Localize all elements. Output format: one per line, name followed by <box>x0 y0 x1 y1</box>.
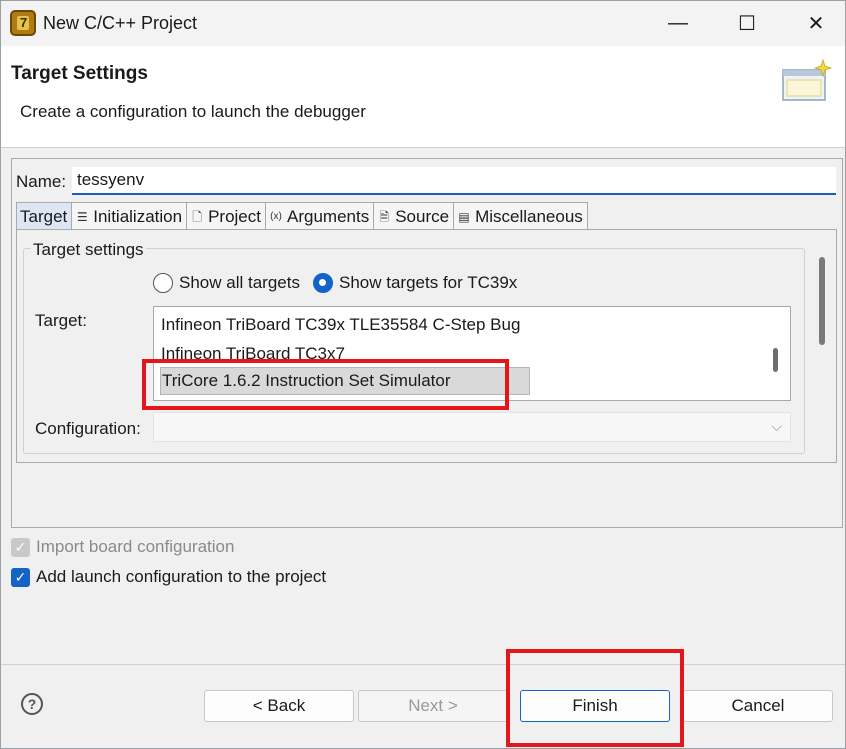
show-filtered-targets-label: Show targets for TC39x <box>339 273 518 292</box>
configuration-label: Configuration: <box>35 419 141 438</box>
help-icon[interactable]: ? <box>21 693 43 715</box>
import-board-checkbox[interactable]: ✓ Import board configuration <box>11 537 234 557</box>
radio-checked-icon <box>313 273 333 293</box>
source-icon: 🗎 <box>379 209 390 224</box>
highlight-box-target <box>142 359 509 410</box>
target-list-item[interactable]: Infineon TriBoard TC39x TLE35584 C-Step … <box>161 315 520 335</box>
add-launch-label: Add launch configuration to the project <box>36 567 327 586</box>
page-description: Create a configuration to launch the deb… <box>20 102 366 121</box>
tab-project-label: Project <box>208 206 261 226</box>
name-label: Name: <box>16 172 67 191</box>
cancel-button[interactable]: Cancel <box>683 690 833 722</box>
radio-unchecked-icon <box>153 273 173 293</box>
footer-divider <box>1 664 845 665</box>
minimize-button[interactable]: — <box>655 1 701 46</box>
back-button[interactable]: < Back <box>204 690 354 722</box>
target-settings-title: Target settings <box>31 240 146 260</box>
next-button[interactable]: Next > <box>358 690 508 722</box>
tab-miscellaneous[interactable]: ▤ Miscellaneous <box>453 202 588 230</box>
show-all-targets-label: Show all targets <box>179 273 300 292</box>
tab-target[interactable]: Target <box>16 202 73 230</box>
name-input[interactable] <box>72 167 836 195</box>
maximize-button[interactable]: ☐ <box>724 1 770 46</box>
highlight-box-finish <box>506 649 684 747</box>
tab-target-label: Target <box>20 206 68 226</box>
document-icon: 🗋 <box>192 209 202 224</box>
app-icon: 7 <box>10 10 36 36</box>
show-all-targets-radio[interactable]: Show all targets <box>153 273 300 293</box>
tab-initialization-label: Initialization <box>93 206 183 226</box>
show-filtered-targets-radio[interactable]: Show targets for TC39x <box>313 273 517 293</box>
add-launch-checkbox[interactable]: ✓ Add launch configuration to the projec… <box>11 567 326 587</box>
tab-miscellaneous-label: Miscellaneous <box>475 206 583 226</box>
tab-arguments[interactable]: (x) Arguments <box>265 202 375 230</box>
page-title: Target Settings <box>11 63 148 84</box>
wizard-banner-icon <box>782 58 833 101</box>
import-board-label: Import board configuration <box>36 537 235 556</box>
close-button[interactable]: ✕ <box>793 1 839 46</box>
table-icon: ▤ <box>458 209 470 224</box>
tab-project[interactable]: 🗋 Project <box>186 202 266 230</box>
window-title: New C/C++ Project <box>43 13 198 33</box>
dialog-window: 7 New C/C++ Project — ☐ ✕ Target Setting… <box>0 0 846 749</box>
tab-initialization[interactable]: ☰ Initialization <box>71 202 188 230</box>
configuration-select[interactable]: ⌵ <box>153 412 791 442</box>
checkmark-icon: ✓ <box>11 567 30 587</box>
list-icon: ☰ <box>76 209 88 224</box>
target-label: Target: <box>35 311 87 330</box>
target-list-scrollbar[interactable] <box>773 348 778 372</box>
title-bar: 7 New C/C++ Project — ☐ ✕ <box>1 1 845 46</box>
tab-source-label: Source <box>395 206 450 226</box>
tab-arguments-label: Arguments <box>287 206 370 226</box>
tab-source[interactable]: 🗎 Source <box>373 202 455 230</box>
chevron-down-icon: ⌵ <box>771 418 782 434</box>
checkmark-icon: ✓ <box>11 537 30 557</box>
header-banner: Target Settings Create a configuration t… <box>1 46 845 148</box>
tab-content-scrollbar[interactable] <box>819 257 825 345</box>
variable-icon: (x) <box>270 210 282 222</box>
tab-bar: Target ☰ Initialization 🗋 Project (x) Ar… <box>16 202 588 230</box>
